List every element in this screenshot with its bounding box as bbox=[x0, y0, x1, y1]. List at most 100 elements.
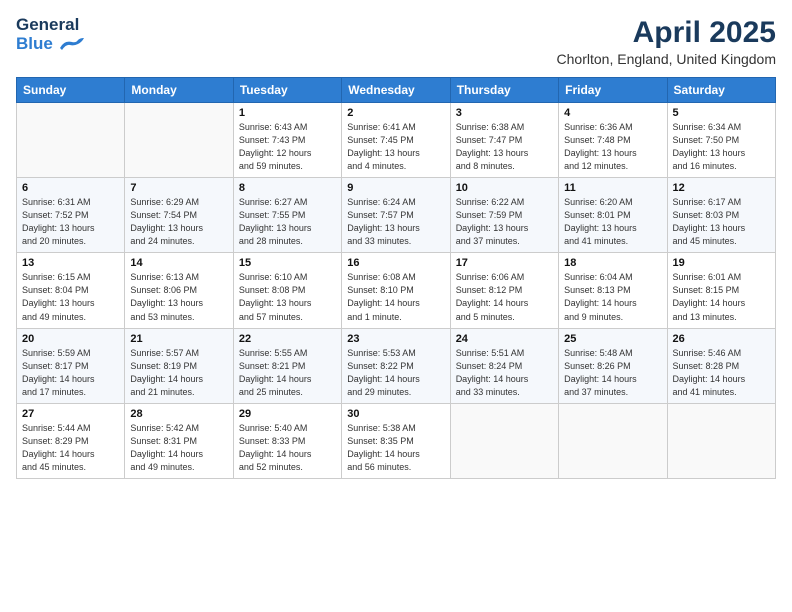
calendar-cell: 14Sunrise: 6:13 AM Sunset: 8:06 PM Dayli… bbox=[125, 253, 233, 328]
day-info: Sunrise: 6:43 AM Sunset: 7:43 PM Dayligh… bbox=[239, 121, 336, 173]
logo-blue: Blue bbox=[16, 35, 53, 54]
calendar-header-row: SundayMondayTuesdayWednesdayThursdayFrid… bbox=[17, 78, 776, 103]
calendar-cell: 23Sunrise: 5:53 AM Sunset: 8:22 PM Dayli… bbox=[342, 328, 450, 403]
calendar-cell: 26 Sunrise: 5:46 AM Sunset: 8:28 PM Dayli… bbox=[667, 328, 775, 403]
calendar-cell: 20 Sunrise: 5:59 AM Sunset: 8:17 PM Dayli… bbox=[17, 328, 125, 403]
calendar-table: SundayMondayTuesdayWednesdayThursdayFrid… bbox=[16, 77, 776, 479]
logo: General Blue bbox=[16, 16, 84, 53]
day-info: Sunrise: 6:34 AM Sunset: 7:50 PM Dayligh… bbox=[673, 121, 770, 173]
day-number: 21 bbox=[130, 333, 227, 345]
calendar-cell: 27 Sunrise: 5:44 AM Sunset: 8:29 PM Dayli… bbox=[17, 403, 125, 478]
day-number: 27 bbox=[22, 408, 119, 420]
weekday-header: Monday bbox=[125, 78, 233, 103]
day-number: 16 bbox=[347, 257, 444, 269]
day-info: Sunrise: 6:04 AM Sunset: 8:13 PM Dayligh… bbox=[564, 271, 661, 323]
day-number: 2 bbox=[347, 107, 444, 119]
calendar-week-row: 20 Sunrise: 5:59 AM Sunset: 8:17 PM Dayli… bbox=[17, 328, 776, 403]
day-number: 5 bbox=[673, 107, 770, 119]
day-number: 28 bbox=[130, 408, 227, 420]
weekday-header: Tuesday bbox=[233, 78, 341, 103]
calendar-cell: 5 Sunrise: 6:34 AM Sunset: 7:50 PM Daylig… bbox=[667, 103, 775, 178]
day-info: Sunrise: 6:22 AM Sunset: 7:59 PM Dayligh… bbox=[456, 196, 553, 248]
day-info: Sunrise: 6:27 AM Sunset: 7:55 PM Dayligh… bbox=[239, 196, 336, 248]
header: General Blue April 2025 Chorlton, Englan… bbox=[16, 16, 776, 67]
calendar-cell: 15 Sunrise: 6:10 AM Sunset: 8:08 PM Dayli… bbox=[233, 253, 341, 328]
day-info: Sunrise: 5:38 AM Sunset: 8:35 PM Dayligh… bbox=[347, 422, 444, 474]
day-info: Sunrise: 5:42 AM Sunset: 8:31 PM Dayligh… bbox=[130, 422, 227, 474]
calendar-cell bbox=[667, 403, 775, 478]
calendar-week-row: 13 Sunrise: 6:15 AM Sunset: 8:04 PM Dayli… bbox=[17, 253, 776, 328]
location-subtitle: Chorlton, England, United Kingdom bbox=[557, 51, 776, 67]
day-info: Sunrise: 6:24 AM Sunset: 7:57 PM Dayligh… bbox=[347, 196, 444, 248]
calendar-cell: 24 Sunrise: 5:51 AM Sunset: 8:24 PM Dayli… bbox=[450, 328, 558, 403]
calendar-cell: 9Sunrise: 6:24 AM Sunset: 7:57 PM Daylig… bbox=[342, 178, 450, 253]
calendar-cell: 28 Sunrise: 5:42 AM Sunset: 8:31 PM Dayli… bbox=[125, 403, 233, 478]
calendar-cell: 30Sunrise: 5:38 AM Sunset: 8:35 PM Dayli… bbox=[342, 403, 450, 478]
day-number: 4 bbox=[564, 107, 661, 119]
day-number: 22 bbox=[239, 333, 336, 345]
month-title: April 2025 bbox=[557, 16, 776, 49]
day-number: 6 bbox=[22, 182, 119, 194]
day-info: Sunrise: 6:20 AM Sunset: 8:01 PM Dayligh… bbox=[564, 196, 661, 248]
calendar-cell: 12 Sunrise: 6:17 AM Sunset: 8:03 PM Dayli… bbox=[667, 178, 775, 253]
title-block: April 2025 Chorlton, England, United Kin… bbox=[557, 16, 776, 67]
day-info: Sunrise: 5:55 AM Sunset: 8:21 PM Dayligh… bbox=[239, 347, 336, 399]
day-number: 26 bbox=[673, 333, 770, 345]
day-number: 12 bbox=[673, 182, 770, 194]
calendar-week-row: 27 Sunrise: 5:44 AM Sunset: 8:29 PM Dayli… bbox=[17, 403, 776, 478]
day-info: Sunrise: 6:06 AM Sunset: 8:12 PM Dayligh… bbox=[456, 271, 553, 323]
calendar-cell: 3Sunrise: 6:38 AM Sunset: 7:47 PM Daylig… bbox=[450, 103, 558, 178]
calendar-cell: 13 Sunrise: 6:15 AM Sunset: 8:04 PM Dayli… bbox=[17, 253, 125, 328]
day-number: 24 bbox=[456, 333, 553, 345]
day-info: Sunrise: 6:13 AM Sunset: 8:06 PM Dayligh… bbox=[130, 271, 227, 323]
calendar-cell: 2 Sunrise: 6:41 AM Sunset: 7:45 PM Daylig… bbox=[342, 103, 450, 178]
day-info: Sunrise: 6:41 AM Sunset: 7:45 PM Dayligh… bbox=[347, 121, 444, 173]
weekday-header: Friday bbox=[559, 78, 667, 103]
weekday-header: Thursday bbox=[450, 78, 558, 103]
day-number: 13 bbox=[22, 257, 119, 269]
calendar-cell: 25Sunrise: 5:48 AM Sunset: 8:26 PM Dayli… bbox=[559, 328, 667, 403]
calendar-cell bbox=[17, 103, 125, 178]
day-number: 19 bbox=[673, 257, 770, 269]
day-info: Sunrise: 6:31 AM Sunset: 7:52 PM Dayligh… bbox=[22, 196, 119, 248]
day-number: 18 bbox=[564, 257, 661, 269]
day-number: 1 bbox=[239, 107, 336, 119]
day-number: 29 bbox=[239, 408, 336, 420]
weekday-header: Saturday bbox=[667, 78, 775, 103]
logo-text: General Blue bbox=[16, 16, 84, 53]
day-number: 7 bbox=[130, 182, 227, 194]
calendar-cell: 11 Sunrise: 6:20 AM Sunset: 8:01 PM Dayli… bbox=[559, 178, 667, 253]
day-number: 15 bbox=[239, 257, 336, 269]
calendar-cell: 1 Sunrise: 6:43 AM Sunset: 7:43 PM Daylig… bbox=[233, 103, 341, 178]
day-info: Sunrise: 6:10 AM Sunset: 8:08 PM Dayligh… bbox=[239, 271, 336, 323]
calendar-cell: 6 Sunrise: 6:31 AM Sunset: 7:52 PM Daylig… bbox=[17, 178, 125, 253]
calendar-cell: 21 Sunrise: 5:57 AM Sunset: 8:19 PM Dayli… bbox=[125, 328, 233, 403]
day-number: 10 bbox=[456, 182, 553, 194]
day-info: Sunrise: 6:15 AM Sunset: 8:04 PM Dayligh… bbox=[22, 271, 119, 323]
calendar-week-row: 6 Sunrise: 6:31 AM Sunset: 7:52 PM Daylig… bbox=[17, 178, 776, 253]
logo-bird-icon bbox=[56, 36, 84, 52]
day-info: Sunrise: 6:17 AM Sunset: 8:03 PM Dayligh… bbox=[673, 196, 770, 248]
calendar-cell: 29Sunrise: 5:40 AM Sunset: 8:33 PM Dayli… bbox=[233, 403, 341, 478]
calendar-cell bbox=[559, 403, 667, 478]
calendar-cell: 8Sunrise: 6:27 AM Sunset: 7:55 PM Daylig… bbox=[233, 178, 341, 253]
calendar-cell: 17Sunrise: 6:06 AM Sunset: 8:12 PM Dayli… bbox=[450, 253, 558, 328]
day-info: Sunrise: 5:44 AM Sunset: 8:29 PM Dayligh… bbox=[22, 422, 119, 474]
calendar-cell: 22 Sunrise: 5:55 AM Sunset: 8:21 PM Dayli… bbox=[233, 328, 341, 403]
calendar-cell: 18 Sunrise: 6:04 AM Sunset: 8:13 PM Dayli… bbox=[559, 253, 667, 328]
day-info: Sunrise: 6:36 AM Sunset: 7:48 PM Dayligh… bbox=[564, 121, 661, 173]
weekday-header: Wednesday bbox=[342, 78, 450, 103]
day-info: Sunrise: 5:51 AM Sunset: 8:24 PM Dayligh… bbox=[456, 347, 553, 399]
day-info: Sunrise: 5:59 AM Sunset: 8:17 PM Dayligh… bbox=[22, 347, 119, 399]
day-info: Sunrise: 5:57 AM Sunset: 8:19 PM Dayligh… bbox=[130, 347, 227, 399]
day-info: Sunrise: 6:08 AM Sunset: 8:10 PM Dayligh… bbox=[347, 271, 444, 323]
calendar-cell: 10 Sunrise: 6:22 AM Sunset: 7:59 PM Dayli… bbox=[450, 178, 558, 253]
weekday-header: Sunday bbox=[17, 78, 125, 103]
calendar-cell: 7Sunrise: 6:29 AM Sunset: 7:54 PM Daylig… bbox=[125, 178, 233, 253]
calendar-week-row: 1 Sunrise: 6:43 AM Sunset: 7:43 PM Daylig… bbox=[17, 103, 776, 178]
day-info: Sunrise: 6:38 AM Sunset: 7:47 PM Dayligh… bbox=[456, 121, 553, 173]
day-info: Sunrise: 5:46 AM Sunset: 8:28 PM Dayligh… bbox=[673, 347, 770, 399]
day-number: 11 bbox=[564, 182, 661, 194]
day-number: 20 bbox=[22, 333, 119, 345]
page: General Blue April 2025 Chorlton, Englan… bbox=[0, 0, 792, 612]
